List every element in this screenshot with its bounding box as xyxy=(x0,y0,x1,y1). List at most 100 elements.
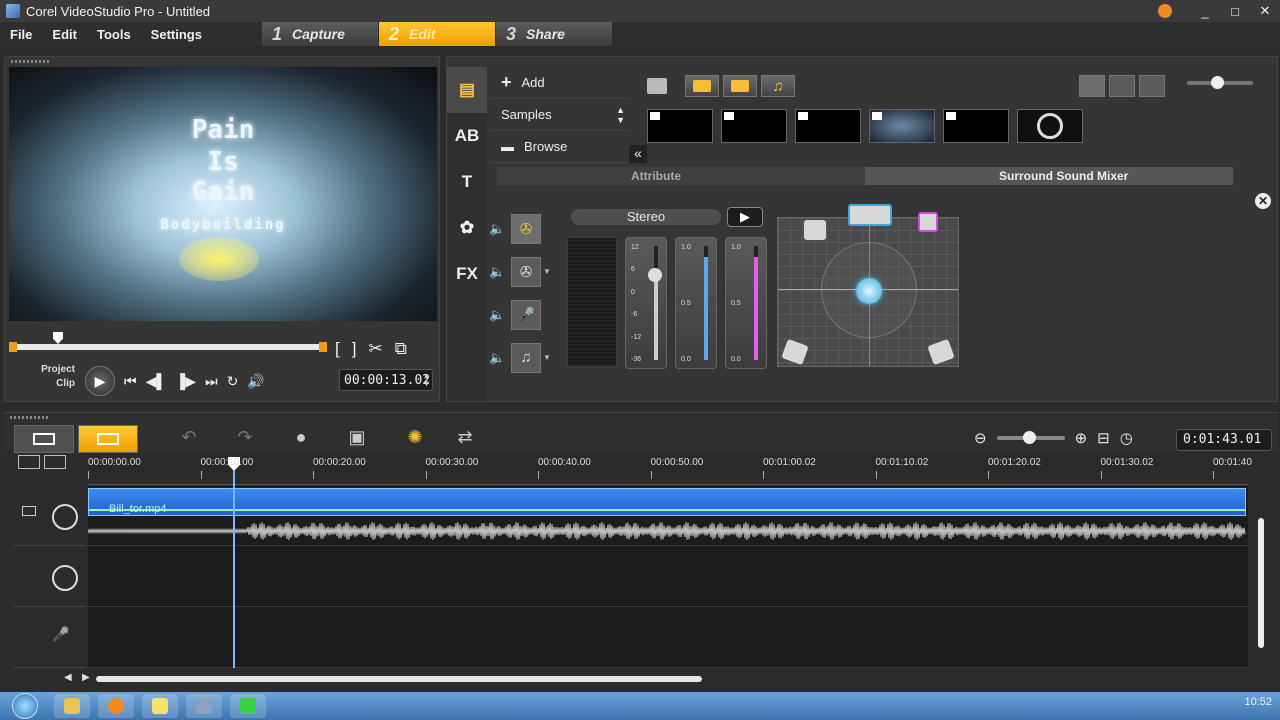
step-capture[interactable]: 1 Capture xyxy=(262,22,378,46)
timecode-spinner-icon[interactable]: ▲ ▼ xyxy=(424,372,429,388)
video-track[interactable]: Bill_tor.mp4 xyxy=(88,486,1248,546)
mark-out-button[interactable]: ] xyxy=(352,339,357,359)
volume-fader[interactable]: 1.0 0.5 0.0 xyxy=(725,237,767,369)
step-share[interactable]: 3 Share xyxy=(496,22,612,46)
preview-mode-toggle[interactable]: Project Clip xyxy=(35,363,75,391)
scroll-right-icon[interactable]: ▶ xyxy=(82,672,90,683)
zoom-out-icon[interactable]: ⊖ xyxy=(974,429,987,447)
chevron-down-icon[interactable]: ▼ xyxy=(543,267,551,276)
hscroll-thumb[interactable] xyxy=(96,676,702,682)
music-track-mixer-button[interactable]: ♫ xyxy=(511,342,541,373)
taskbar-videostudio[interactable] xyxy=(186,694,222,718)
menu-tools[interactable]: Tools xyxy=(87,27,141,42)
go-to-start-icon[interactable]: ⏮ xyxy=(124,373,137,390)
split-clip-icon[interactable]: ✂ xyxy=(368,339,382,359)
start-button[interactable] xyxy=(12,693,38,719)
preview-timecode[interactable]: 00:00:13.02 ▲ ▼ xyxy=(339,369,433,391)
zoom-slider[interactable] xyxy=(996,431,1065,444)
title-icon[interactable]: T xyxy=(447,159,487,205)
speaker-icon[interactable]: 🔈 xyxy=(489,221,511,237)
menu-edit[interactable]: Edit xyxy=(42,27,87,42)
thumbnail-size-slider[interactable] xyxy=(1187,76,1253,89)
show-photos-button[interactable] xyxy=(723,75,757,97)
samples-folder[interactable]: Samples ▲ ▼ xyxy=(489,99,629,131)
voice-track[interactable] xyxy=(88,608,1248,668)
checkbox-icon[interactable] xyxy=(872,112,882,120)
stereo-toggle[interactable]: Stereo xyxy=(571,209,721,225)
timeline-playhead[interactable] xyxy=(233,470,235,668)
library-thumbnail[interactable] xyxy=(795,109,861,143)
fader-track[interactable] xyxy=(654,246,658,360)
sound-mixer-icon[interactable]: ▣ xyxy=(344,427,370,451)
surround-panner[interactable] xyxy=(777,204,959,367)
thumbnail-view-button[interactable] xyxy=(1109,75,1135,97)
preview-scrub-bar[interactable] xyxy=(9,342,327,352)
minimize-button[interactable]: _ xyxy=(1190,4,1220,19)
speaker-icon[interactable]: 🔈 xyxy=(489,307,511,323)
tab-attribute[interactable]: Attribute xyxy=(497,167,865,185)
checkbox-icon[interactable] xyxy=(946,112,956,120)
system-clock[interactable]: 10:52 xyxy=(1244,696,1272,708)
motion-tracking-icon[interactable]: ⇄ xyxy=(452,427,478,451)
checkbox-icon[interactable] xyxy=(650,112,660,120)
fader-track[interactable] xyxy=(754,246,758,360)
taskbar-explorer[interactable] xyxy=(54,694,90,718)
overlay-reel-icon[interactable] xyxy=(52,565,78,591)
vscroll-thumb[interactable] xyxy=(1258,518,1264,648)
film-reel-icon[interactable] xyxy=(52,504,78,530)
timeline-horizontal-scrollbar[interactable]: ◀ ▶ xyxy=(30,672,1250,686)
media-icon[interactable]: ▤ xyxy=(447,67,487,113)
library-thumbnail[interactable] xyxy=(1017,109,1083,143)
help-orb-icon[interactable] xyxy=(1158,4,1172,18)
undo-icon[interactable]: ↶ xyxy=(176,427,202,451)
track-manager-icon[interactable] xyxy=(18,455,40,469)
overlay-track-mixer-button[interactable]: ✇ xyxy=(511,256,541,287)
library-thumbnail[interactable] xyxy=(869,109,935,143)
library-thumbnail[interactable] xyxy=(647,109,713,143)
panel-grip-icon[interactable] xyxy=(11,60,51,63)
microphone-icon[interactable]: 🎤 xyxy=(52,626,78,652)
scrubber-handle-icon[interactable] xyxy=(53,332,63,344)
volume-fader[interactable]: 12 6 0 -6 -12 -36 xyxy=(625,237,667,369)
show-audio-button[interactable]: ♫ xyxy=(761,75,795,97)
mode-project-label[interactable]: Project xyxy=(35,363,75,377)
video-clip[interactable]: Bill_tor.mp4 xyxy=(88,488,1246,516)
show-videos-button[interactable] xyxy=(685,75,719,97)
sound-position-handle[interactable] xyxy=(856,278,882,304)
timeline-vertical-scrollbar[interactable] xyxy=(1256,504,1266,664)
voice-track-mixer-button[interactable]: 🎤 xyxy=(511,299,541,330)
mode-clip-label[interactable]: Clip xyxy=(35,377,75,391)
folder-icon[interactable] xyxy=(647,78,667,94)
record-capture-icon[interactable]: ● xyxy=(288,427,314,451)
browse-button[interactable]: ▬ Browse xyxy=(489,131,629,163)
collapse-library-icon[interactable]: « xyxy=(629,145,647,163)
taskbar-app-green[interactable] xyxy=(230,694,266,718)
fit-project-icon[interactable]: ⊟ xyxy=(1097,429,1110,447)
zoom-slider-knob[interactable] xyxy=(1022,431,1036,444)
checkbox-icon[interactable] xyxy=(724,112,734,120)
speaker-icon[interactable]: 🔈 xyxy=(489,350,511,366)
scroll-arrows-icon[interactable]: ▲ ▼ xyxy=(616,105,625,125)
close-window-button[interactable]: ✕ xyxy=(1250,3,1280,19)
video-track-mixer-button[interactable]: ✇ xyxy=(511,213,541,244)
speaker-icon[interactable]: 🔈 xyxy=(489,264,511,280)
taskbar-app[interactable] xyxy=(142,694,178,718)
trim-end-marker[interactable] xyxy=(319,342,327,352)
tab-surround-sound-mixer[interactable]: Surround Sound Mixer xyxy=(865,167,1233,185)
zoom-in-icon[interactable]: ⊕ xyxy=(1075,429,1088,447)
checkbox-icon[interactable] xyxy=(798,112,808,120)
repeat-icon[interactable]: ↻ xyxy=(227,373,239,390)
library-thumbnail[interactable] xyxy=(721,109,787,143)
slider-knob[interactable] xyxy=(1211,76,1224,89)
list-view-button[interactable] xyxy=(1079,75,1105,97)
scroll-left-icon[interactable]: ◀ xyxy=(64,672,72,683)
chapter-icon[interactable] xyxy=(44,455,66,469)
menu-file[interactable]: File xyxy=(0,27,42,42)
storyboard-view-button[interactable] xyxy=(14,425,74,453)
trim-start-marker[interactable] xyxy=(9,342,17,352)
maximize-button[interactable]: □ xyxy=(1220,4,1250,19)
library-thumbnail[interactable] xyxy=(943,109,1009,143)
menu-settings[interactable]: Settings xyxy=(141,27,212,42)
mixer-play-button[interactable]: ▶ xyxy=(727,207,763,227)
filter-icon[interactable]: FX xyxy=(447,251,487,297)
